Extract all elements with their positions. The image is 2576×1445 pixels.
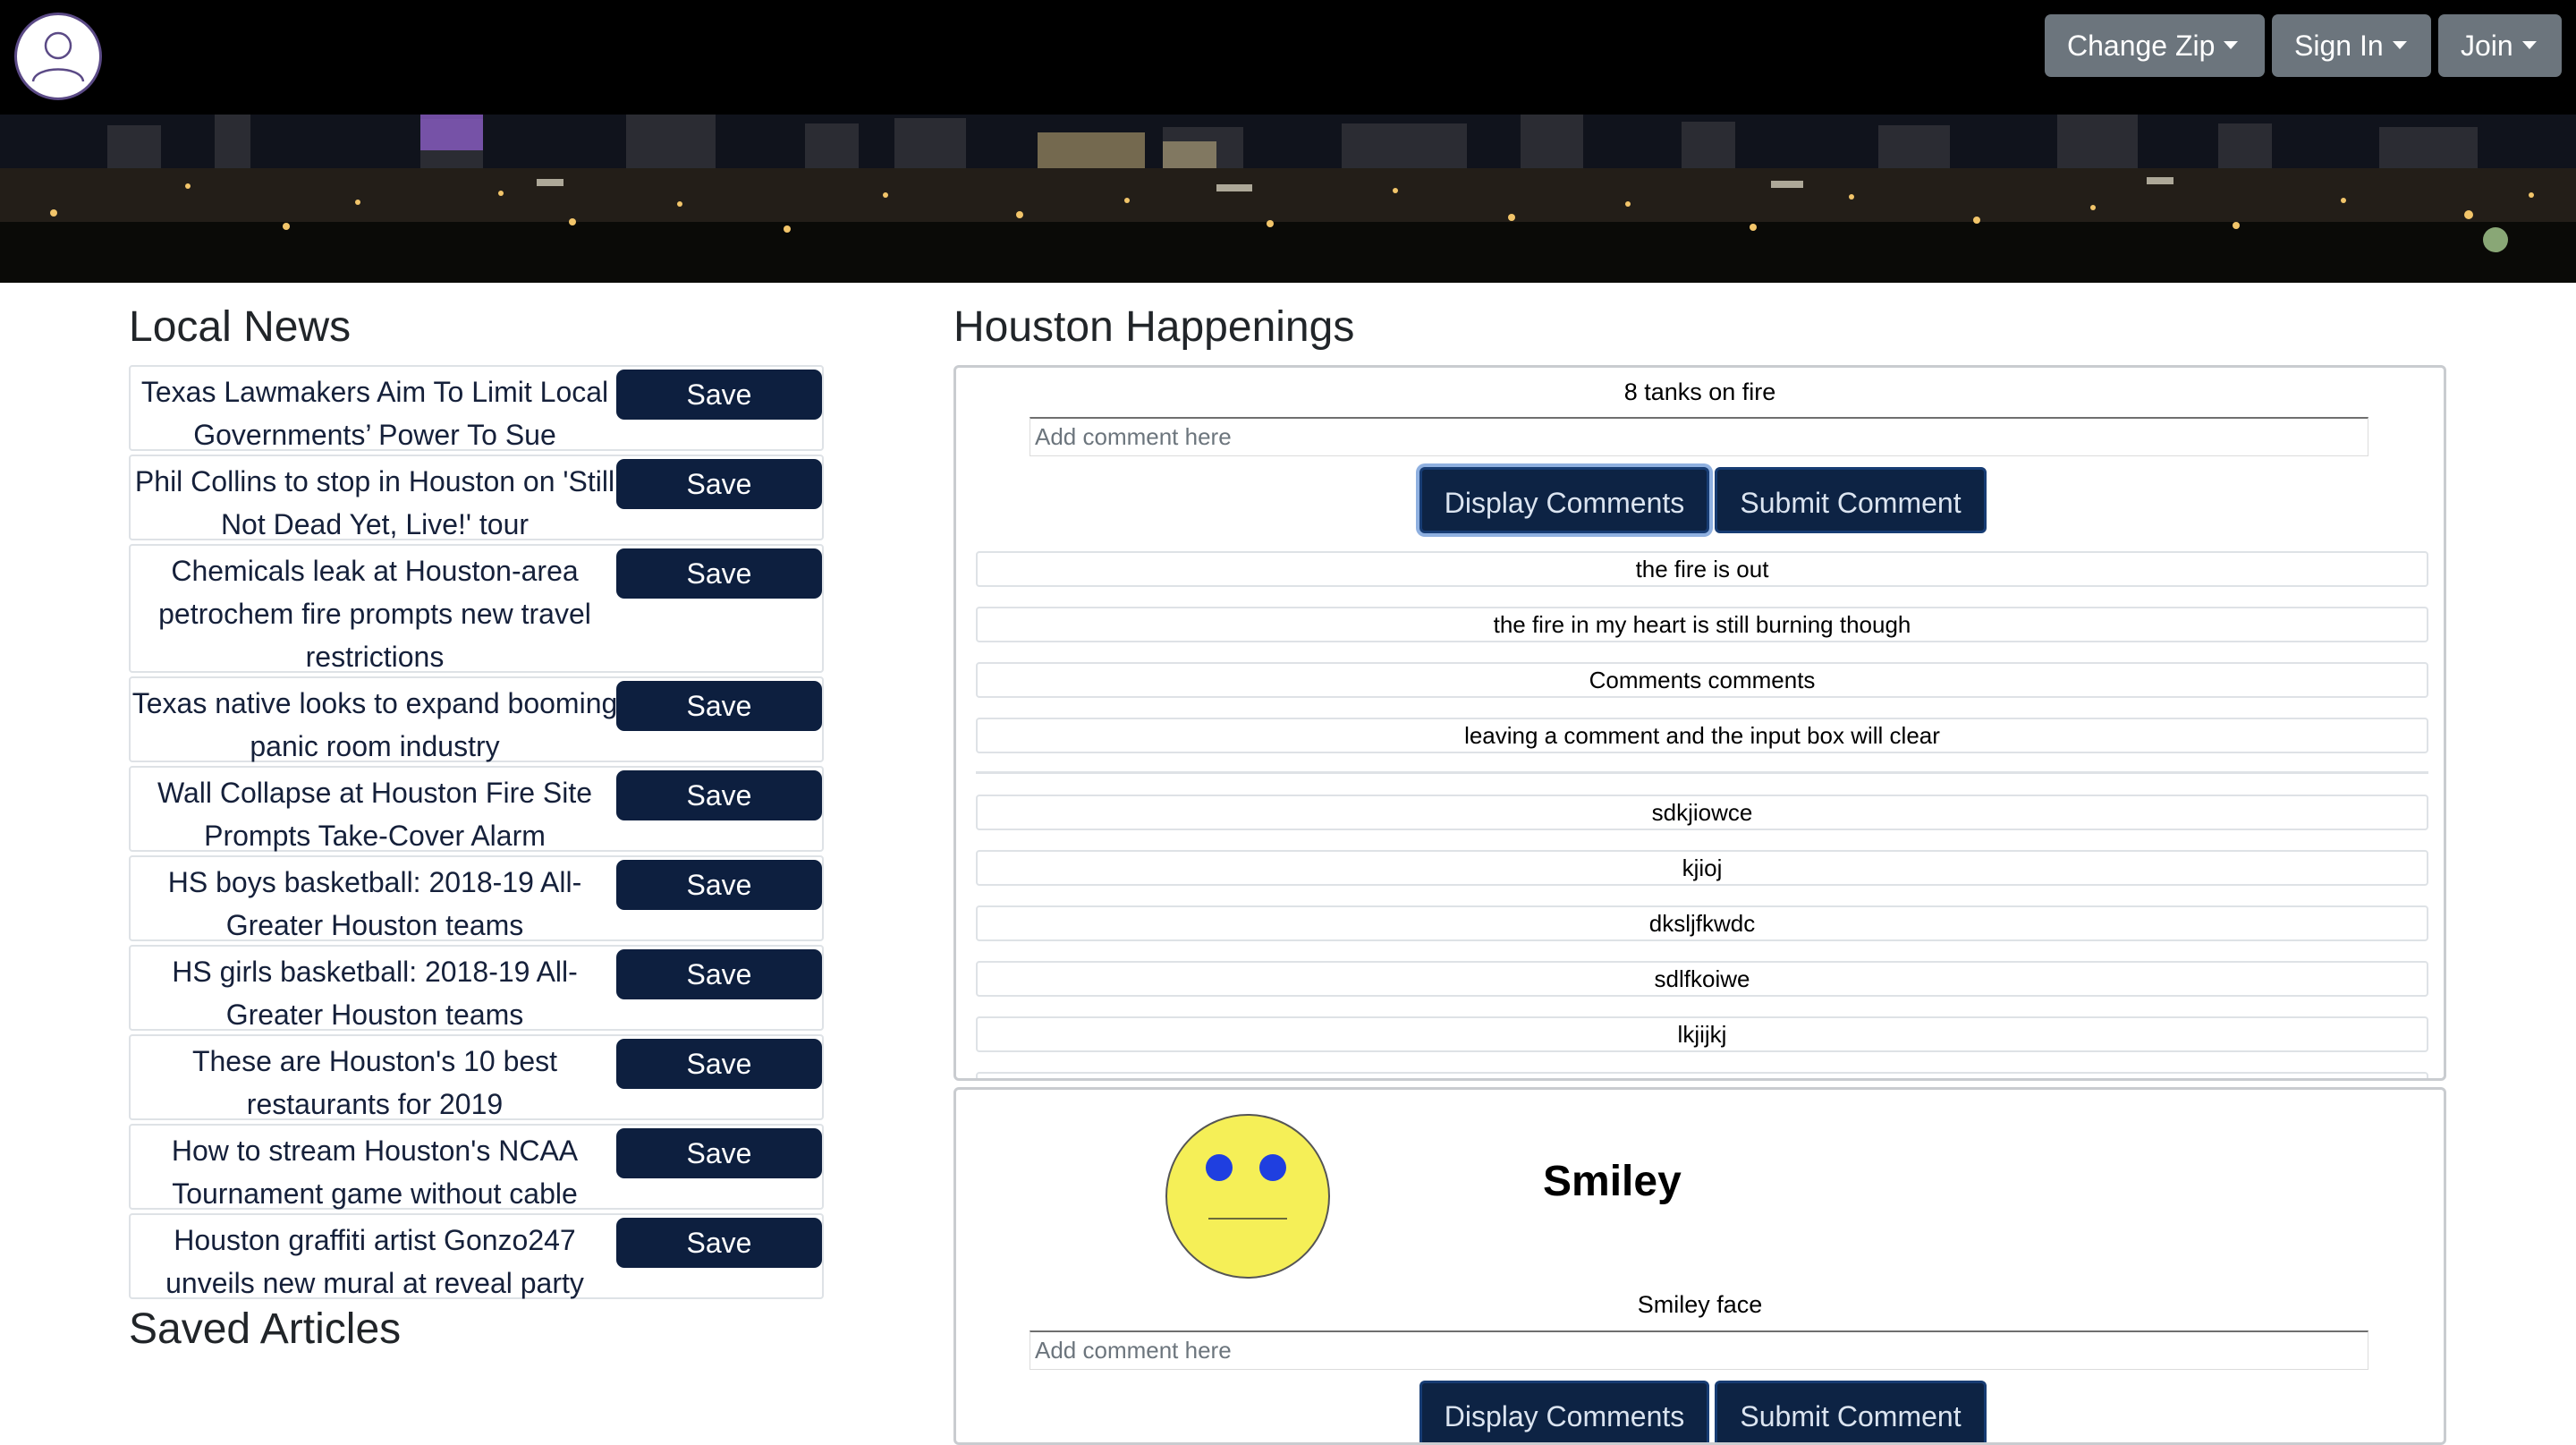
save-button[interactable]: Save — [616, 459, 822, 509]
news-title[interactable]: Phil Collins to stop in Houston on 'Stil… — [131, 460, 619, 546]
save-button[interactable]: Save — [616, 1128, 822, 1178]
news-title[interactable]: HS boys basketball: 2018-19 All-Greater … — [131, 861, 619, 947]
news-title[interactable]: How to stream Houston's NCAA Tournament … — [131, 1129, 619, 1215]
news-title[interactable]: Houston graffiti artist Gonzo247 unveils… — [131, 1219, 619, 1305]
news-item: Texas native looks to expand booming pan… — [129, 676, 824, 762]
news-title[interactable]: These are Houston's 10 best restaurants … — [131, 1040, 619, 1126]
comment-item: kjioj — [976, 850, 2428, 886]
comment-item: sdkjiowce — [976, 795, 2428, 830]
comment-item: the fire is out — [976, 551, 2428, 587]
save-button[interactable]: Save — [616, 770, 822, 820]
happening-name: Smiley — [1543, 1158, 1682, 1205]
news-title[interactable]: HS girls basketball: 2018-19 All-Greater… — [131, 950, 619, 1036]
saved-articles-heading: Saved Articles — [129, 1305, 402, 1353]
news-title[interactable]: Wall Collapse at Houston Fire Site Promp… — [131, 771, 619, 857]
skyline-image — [0, 115, 2576, 283]
sign-in-label: Sign In — [2294, 30, 2384, 62]
save-button[interactable]: Save — [616, 1218, 822, 1268]
news-item: These are Houston's 10 best restaurants … — [129, 1034, 824, 1120]
display-comments-button[interactable]: Display Comments — [1419, 467, 1709, 533]
save-button[interactable]: Save — [616, 548, 822, 599]
join-label: Join — [2461, 30, 2513, 62]
news-item: HS girls basketball: 2018-19 All-Greater… — [129, 945, 824, 1031]
news-item: Chemicals leak at Houston-area petrochem… — [129, 544, 824, 673]
news-item: Texas Lawmakers Aim To Limit Local Gover… — [129, 365, 824, 451]
news-title[interactable]: Chemicals leak at Houston-area petrochem… — [131, 549, 619, 678]
news-list: Texas Lawmakers Aim To Limit Local Gover… — [129, 365, 824, 1303]
save-button[interactable]: Save — [616, 949, 822, 999]
user-avatar-icon[interactable] — [14, 13, 102, 100]
comment-divider — [976, 771, 2428, 774]
comment-item: leaving a comment and the input box will… — [976, 718, 2428, 753]
news-item: HS boys basketball: 2018-19 All-Greater … — [129, 855, 824, 941]
comment-item — [976, 1072, 2428, 1078]
display-comments-button[interactable]: Display Comments — [1419, 1381, 1709, 1442]
submit-comment-button[interactable]: Submit Comment — [1715, 467, 1987, 533]
news-title[interactable]: Texas native looks to expand booming pan… — [131, 682, 619, 768]
comment-item: dksljfkwdc — [976, 905, 2428, 941]
save-button[interactable]: Save — [616, 1039, 822, 1089]
caret-down-icon — [2392, 41, 2407, 50]
comment-item: lkjijkj — [976, 1016, 2428, 1052]
houston-happenings-heading: Houston Happenings — [953, 303, 1355, 351]
comment-item: Comments comments — [976, 662, 2428, 698]
news-item: How to stream Houston's NCAA Tournament … — [129, 1124, 824, 1210]
news-item: Houston graffiti artist Gonzo247 unveils… — [129, 1213, 824, 1299]
city-night-banner — [0, 115, 2576, 283]
caret-down-icon — [2521, 41, 2537, 50]
submit-comment-button[interactable]: Submit Comment — [1715, 1381, 1987, 1442]
save-button[interactable]: Save — [616, 681, 822, 731]
happening-title: 8 tanks on fire — [1623, 378, 1776, 405]
caret-down-icon — [2224, 41, 2239, 50]
change-zip-label: Change Zip — [2067, 30, 2216, 62]
comment-item: sdlfkoiwe — [976, 961, 2428, 997]
happening-card: 8 tanks on fire Add comment here Display… — [953, 365, 2446, 1081]
join-dropdown[interactable]: Join — [2438, 14, 2562, 77]
sign-in-dropdown[interactable]: Sign In — [2272, 14, 2431, 77]
change-zip-dropdown[interactable]: Change Zip — [2045, 14, 2265, 77]
happening-caption: Smiley face — [1637, 1291, 1763, 1318]
save-button[interactable]: Save — [616, 370, 822, 420]
news-title[interactable]: Texas Lawmakers Aim To Limit Local Gover… — [131, 370, 619, 456]
news-item: Phil Collins to stop in Houston on 'Stil… — [129, 455, 824, 540]
comment-input[interactable]: Add comment here — [1030, 1330, 2368, 1370]
news-item: Wall Collapse at Houston Fire Site Promp… — [129, 766, 824, 852]
comment-item: the fire in my heart is still burning th… — [976, 607, 2428, 642]
top-navbar: Change Zip Sign In Join — [0, 0, 2576, 115]
save-button[interactable]: Save — [616, 860, 822, 910]
happening-card: Smiley Smiley face Add comment here Disp… — [953, 1087, 2446, 1445]
local-news-heading: Local News — [129, 303, 352, 351]
comment-input[interactable]: Add comment here — [1030, 417, 2368, 456]
smiley-face-icon — [1165, 1114, 1330, 1279]
